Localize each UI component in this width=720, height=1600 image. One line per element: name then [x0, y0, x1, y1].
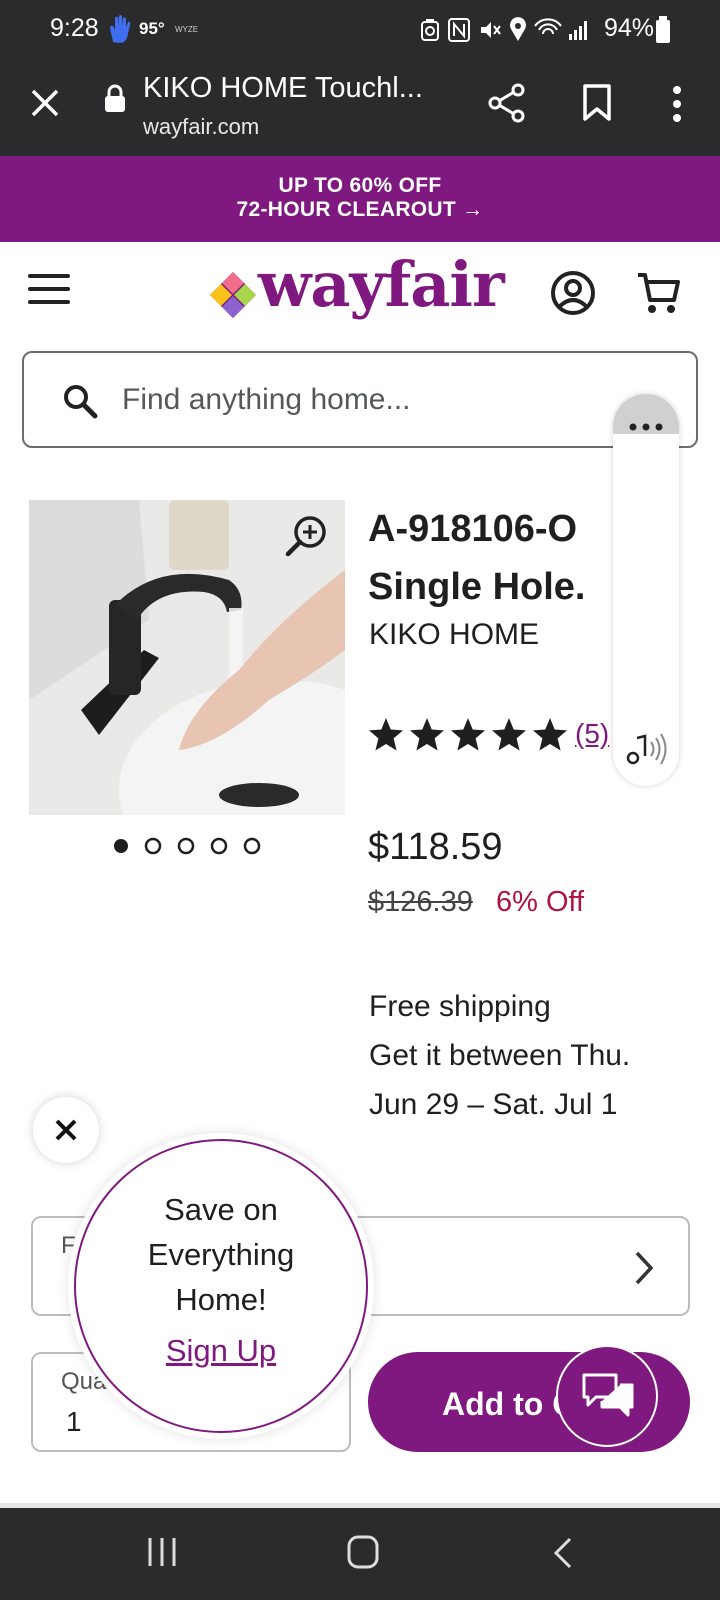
sign-up-link[interactable]: Sign Up	[68, 1333, 374, 1369]
hamburger-menu-icon[interactable]	[28, 272, 70, 306]
status-bar: 9:28 95° WYZE 94%	[0, 0, 720, 60]
shipping-info: Free shipping Get it between Thu. Jun 29…	[369, 982, 630, 1129]
popup-message: Save on Everything Home!	[68, 1187, 374, 1322]
shipping-line: Jun 29 – Sat. Jul 1	[369, 1088, 618, 1121]
chevron-right-icon	[635, 1251, 654, 1285]
more-options-icon[interactable]	[670, 84, 684, 124]
cart-icon[interactable]	[636, 270, 682, 316]
promo-line-1: UP TO 60% OFF	[278, 174, 442, 197]
shipping-line: Free shipping	[369, 990, 551, 1023]
star-rating[interactable]	[368, 716, 568, 756]
stars-icon	[369, 718, 567, 751]
chat-button[interactable]	[556, 1345, 658, 1447]
reviews-link[interactable]: (5)	[575, 718, 609, 750]
bookmark-icon[interactable]	[582, 84, 612, 122]
nfc-icon	[448, 18, 470, 42]
product-price: $118.59	[368, 826, 503, 868]
location-icon	[510, 17, 526, 41]
status-weather-brand: WYZE	[175, 25, 199, 34]
share-icon[interactable]	[488, 83, 526, 123]
popup-line-1: Save on	[164, 1192, 278, 1227]
promo-line-2: 72-HOUR CLEAROUT →	[236, 198, 484, 221]
popup-close-button[interactable]	[33, 1097, 99, 1163]
signal-icon	[534, 18, 587, 40]
product-title-line-2: Single Hole.	[368, 566, 586, 608]
floating-side-panel[interactable]	[613, 394, 679, 786]
wayfair-logo-icon[interactable]	[208, 270, 258, 320]
image-carousel-dots[interactable]	[112, 836, 262, 856]
search-icon	[64, 385, 98, 419]
home-icon[interactable]	[346, 1534, 380, 1570]
product-title-line-1: A-918106-O	[368, 508, 578, 550]
quantity-value: 1	[66, 1406, 82, 1437]
product-title[interactable]: A-918106-O Single Hole.	[368, 500, 613, 616]
original-price: $126.39	[368, 886, 473, 918]
promo-banner[interactable]: UP TO 60% OFF 72-HOUR CLEAROUT →	[0, 156, 720, 242]
wayfair-logo[interactable]: wayfair	[258, 248, 505, 321]
status-battery: 94%	[604, 14, 655, 42]
mute-icon	[481, 22, 501, 38]
battery-icon	[656, 16, 670, 43]
status-temperature: 95°	[139, 19, 165, 38]
recent-apps-icon[interactable]	[146, 1536, 178, 1568]
search-placeholder: Find anything home...	[122, 383, 411, 416]
recycle-icon	[421, 19, 439, 41]
search-input[interactable]: Find anything home...	[22, 351, 698, 448]
shipping-line: Get it between Thu.	[369, 1039, 631, 1072]
back-icon[interactable]	[552, 1536, 574, 1570]
popup-line-2: Everything	[147, 1237, 295, 1272]
status-time: 9:28	[50, 14, 99, 42]
zoom-in-icon[interactable]	[285, 514, 329, 558]
carousel-dots[interactable]	[112, 836, 262, 856]
account-icon[interactable]	[550, 270, 596, 316]
chat-icon	[582, 1373, 634, 1417]
panel-handle[interactable]	[613, 394, 679, 434]
product-brand[interactable]: KIKO HOME	[369, 618, 539, 652]
page-title[interactable]: KIKO HOME Touchl...	[143, 72, 423, 105]
close-icon	[55, 1119, 77, 1141]
browser-toolbar: KIKO HOME Touchl... wayfair.com	[0, 60, 720, 156]
discount-label: 6% Off	[496, 886, 585, 918]
lock-icon	[105, 84, 125, 112]
android-nav-bar	[0, 1508, 720, 1600]
close-tab-icon[interactable]	[30, 88, 60, 118]
hand-icon	[110, 15, 131, 43]
page-url[interactable]: wayfair.com	[143, 114, 259, 140]
product-image[interactable]	[29, 500, 345, 815]
popup-line-3: Home!	[175, 1282, 267, 1317]
audio-icon[interactable]	[623, 730, 669, 770]
signup-popup[interactable]: Save on Everything Home! Sign Up	[68, 1133, 374, 1439]
